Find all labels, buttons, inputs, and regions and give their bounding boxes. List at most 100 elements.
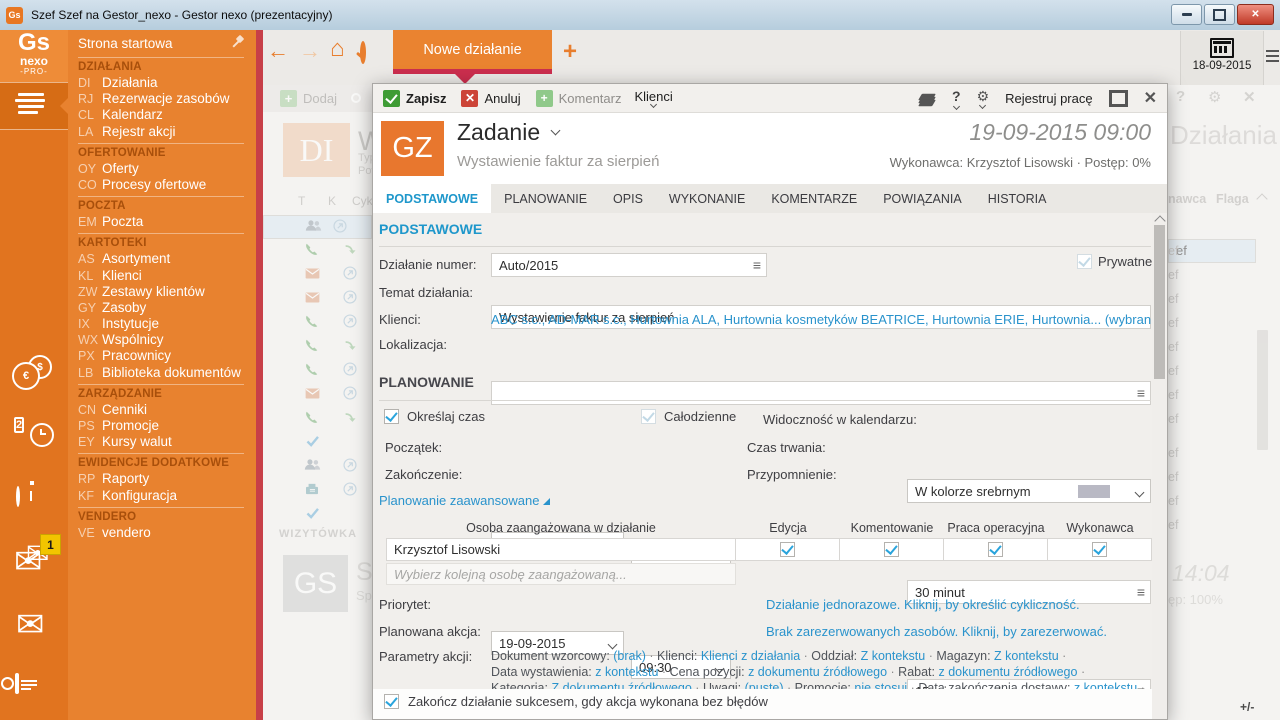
all-day-checkbox[interactable]: Całodzienne <box>641 409 736 424</box>
sidebar-item-kalendarz[interactable]: CLKalendarz <box>78 107 256 123</box>
sidebar-item-label: Asortyment <box>102 251 170 266</box>
sidebar-item-label: Rezerwacje zasobów <box>102 91 230 106</box>
bg-clock: 14:04 <box>1172 560 1230 587</box>
advanced-planning-label: Planowanie zaawansowane <box>379 493 539 508</box>
clients-link[interactable]: ABC s.c., AD-MAR s.c., Hurtownia ALA, Hu… <box>491 312 1151 327</box>
sidebar-item-pracownicy[interactable]: PXPracownicy <box>78 348 256 364</box>
tab-komentarze[interactable]: KOMENTARZE <box>758 184 870 213</box>
bg-list-row-cut: ef <box>1168 513 1256 537</box>
sidebar-item-poczta[interactable]: EMPoczta <box>78 214 256 230</box>
checkbox-icon <box>988 542 1003 557</box>
param-value-link[interactable]: z kontekstu <box>595 665 658 679</box>
checkbox-icon <box>1092 542 1107 557</box>
link-icon <box>335 314 365 333</box>
close-dialog-button[interactable]: ✕ <box>1144 91 1157 107</box>
number-input[interactable] <box>499 258 748 273</box>
dialog-scrollbar-thumb[interactable] <box>1154 225 1165 379</box>
param-value-link[interactable]: z dokumentu źródłowego <box>748 665 887 679</box>
sidebar-item-oferty[interactable]: OYOferty <box>78 161 256 177</box>
param-value-link[interactable]: Klienci z działania <box>701 649 800 663</box>
sidebar-item-cenniki[interactable]: CNCenniki <box>78 402 256 418</box>
sidebar-item-klienci[interactable]: KLKlienci <box>78 268 256 284</box>
phone-icon <box>263 242 335 261</box>
sidebar-item-code: PS <box>78 418 102 434</box>
sidebar-item-instytucje[interactable]: IXInstytucje <box>78 316 256 332</box>
rail-planner-button[interactable]: 2 <box>14 415 56 451</box>
comment-button[interactable]: + Komentarz <box>536 90 622 107</box>
sidebar-item-code: IX <box>78 316 102 332</box>
maximize-icon[interactable] <box>1109 90 1128 107</box>
layers-icon[interactable] <box>920 93 936 105</box>
advanced-planning-link[interactable]: Planowanie zaawansowane <box>379 493 550 508</box>
rail-finances-button[interactable]: $ € <box>12 355 56 391</box>
sidebar-item-rezerwacje-zasob-w[interactable]: RJRezerwacje zasobów <box>78 91 256 107</box>
rail-timer-button[interactable] <box>16 488 20 506</box>
sidebar-item-vendero[interactable]: VEvendero <box>78 525 256 541</box>
people-icon <box>271 219 330 235</box>
sidebar-item-dzia-ania[interactable]: DIDziałania <box>78 75 256 91</box>
rail-certificates-button[interactable] <box>15 675 19 693</box>
bg-list-row-cut: ef <box>1168 239 1256 263</box>
param-value-link[interactable]: (brak) <box>613 649 646 663</box>
param-value-link[interactable]: z dokumentu źródłowego <box>938 665 1077 679</box>
number-field[interactable]: ≡ <box>491 253 767 277</box>
sidebar-item-zasoby[interactable]: GYZasoby <box>78 300 256 316</box>
field-menu-icon[interactable]: ≡ <box>1137 385 1145 401</box>
sidebar-section-header: DZIAŁANIA <box>78 60 256 75</box>
divider <box>78 196 244 197</box>
param-value-link[interactable]: Z kontekstu <box>861 649 926 663</box>
sidebar-item-konfiguracja[interactable]: KFKonfiguracja <box>78 488 256 504</box>
cancel-button[interactable]: ✕ Anuluj <box>461 90 520 107</box>
clients-menu-button[interactable]: Klienci <box>634 89 672 107</box>
sidebar-item-procesy-ofertowe[interactable]: COProcesy ofertowe <box>78 177 256 193</box>
people-col-header: Wykonawca <box>1048 521 1152 535</box>
private-checkbox[interactable]: Prywatne <box>1077 254 1152 269</box>
add-person-input[interactable]: Wybierz kolejną osobę zaangażowaną... <box>386 563 736 585</box>
tab-planowanie[interactable]: PLANOWANIE <box>491 184 600 213</box>
sidebar-item-kursy-walut[interactable]: EYKursy walut <box>78 434 256 450</box>
sidebar-item-zestawy-klient-w[interactable]: ZWZestawy klientów <box>78 284 256 300</box>
task-type-selector[interactable]: Zadanie <box>457 119 559 146</box>
location-input[interactable] <box>499 386 1132 401</box>
params-line: Data wystawienia: z kontekstu · Cena poz… <box>491 664 1153 680</box>
permission-cell[interactable] <box>840 538 944 561</box>
save-icon <box>383 90 400 107</box>
sidebar-item-rejestr-akcji[interactable]: LARejestr akcji <box>78 124 256 140</box>
sidebar-item-biblioteka-dokument-w[interactable]: LBBiblioteka dokumentów <box>78 365 256 381</box>
resize-hint: +/- <box>1240 700 1254 714</box>
save-button[interactable]: Zapisz <box>383 90 446 107</box>
bg-list-row <box>263 455 372 479</box>
tab-powiązania[interactable]: POWIĄZANIA <box>870 184 974 213</box>
settings-button[interactable]: ⚙ <box>977 89 990 108</box>
sidebar-item-raporty[interactable]: RPRaporty <box>78 471 256 487</box>
location-field[interactable]: ≡ <box>491 381 1151 405</box>
resources-link[interactable]: Brak zarezerwowanych zasobów. Kliknij, b… <box>766 624 1107 639</box>
cyclic-link[interactable]: Działanie jednorazowe. Kliknij, by okreś… <box>766 597 1080 612</box>
help-button[interactable]: ? <box>952 88 961 109</box>
sidebar-item-code: VE <box>78 525 102 541</box>
person-name-cell[interactable]: Krzysztof Lisowski <box>386 538 736 561</box>
sidebar-item-asortyment[interactable]: ASAsortyment <box>78 251 256 267</box>
visibility-select[interactable]: W kolorze srebrnym <box>907 479 1151 503</box>
field-menu-icon[interactable]: ≡ <box>1137 584 1145 600</box>
tab-historia[interactable]: HISTORIA <box>975 184 1060 213</box>
tab-podstawowe[interactable]: PODSTAWOWE <box>373 184 491 213</box>
permission-cell[interactable] <box>1048 538 1152 561</box>
gear-icon: ⚙ <box>977 89 990 103</box>
rail-mail-button[interactable]: ✉ <box>16 610 45 641</box>
tab-wykonanie[interactable]: WYKONANIE <box>656 184 758 213</box>
define-time-checkbox[interactable]: Określaj czas <box>384 409 485 424</box>
app-menu-button[interactable] <box>1266 50 1279 65</box>
finish-success-checkbox[interactable]: Zakończ działanie sukcesem, gdy akcja wy… <box>384 694 768 709</box>
tab-opis[interactable]: OPIS <box>600 184 656 213</box>
calendar-clock-icon: 2 <box>14 415 56 451</box>
param-label: Rabat: <box>898 665 938 679</box>
rail-modules-button[interactable] <box>0 82 68 130</box>
sidebar-item-wsp-lnicy[interactable]: WXWspólnicy <box>78 332 256 348</box>
permission-cell[interactable] <box>736 538 840 561</box>
register-work-button[interactable]: Rejestruj pracę <box>1005 91 1092 106</box>
field-menu-icon[interactable]: ≡ <box>753 257 761 273</box>
sidebar-item-promocje[interactable]: PSPromocje <box>78 418 256 434</box>
permission-cell[interactable] <box>944 538 1048 561</box>
param-value-link[interactable]: Z kontekstu <box>994 649 1059 663</box>
